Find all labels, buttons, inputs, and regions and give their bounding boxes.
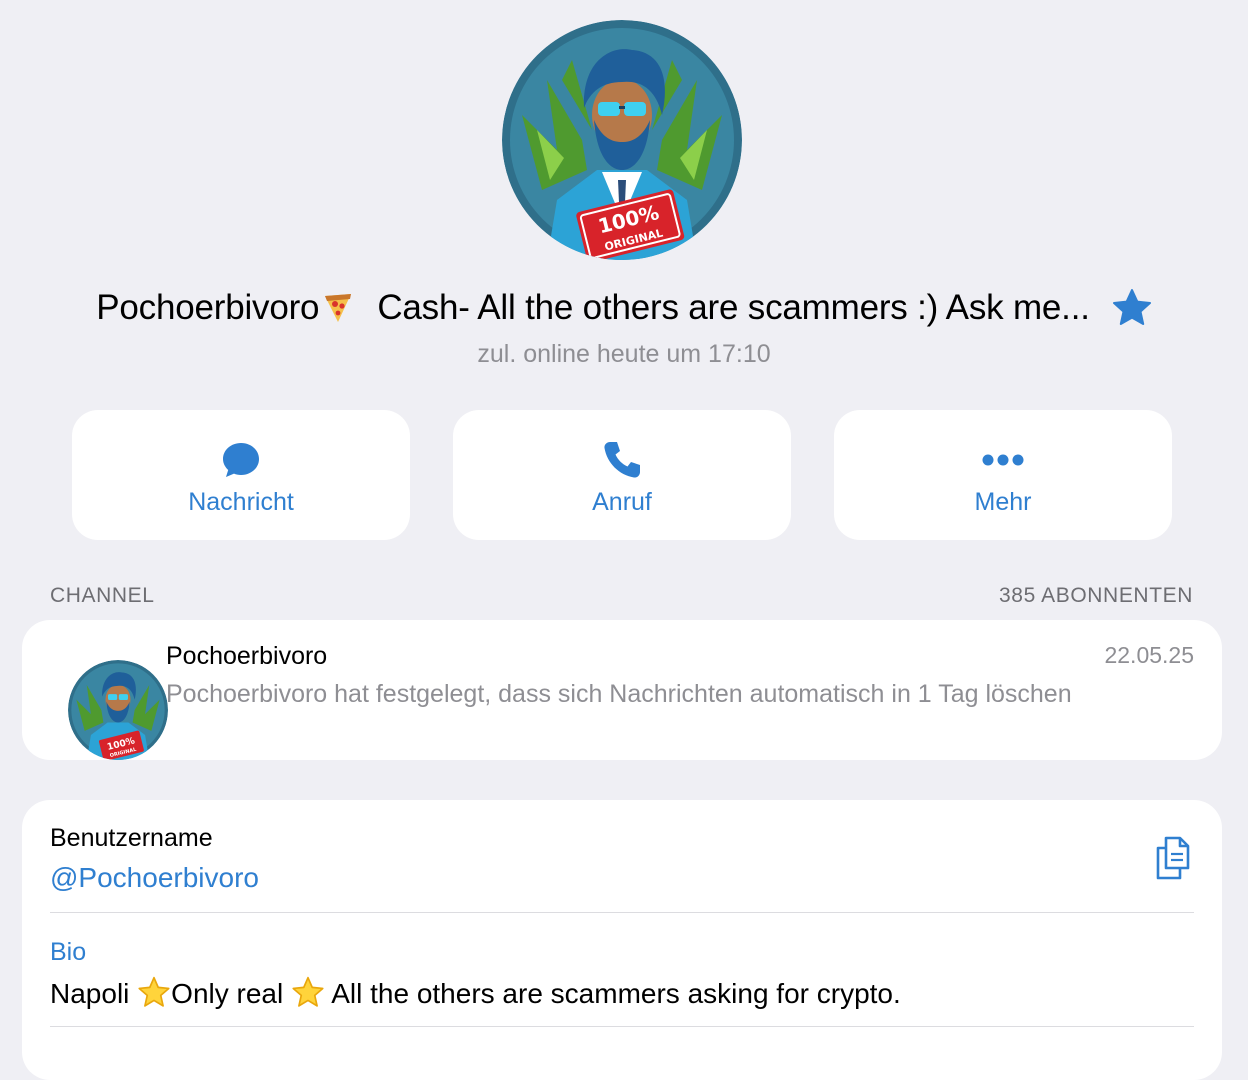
subscriber-count: 385 ABONNENTEN — [999, 584, 1193, 607]
more-dots-icon — [982, 454, 1024, 466]
profile-name: Pochoerbivoro — [96, 288, 355, 328]
channel-date: 22.05.25 — [1104, 642, 1194, 668]
bio-text-part-3: All the others are scammers asking for c… — [331, 978, 901, 1009]
call-button-label: Anruf — [592, 488, 652, 516]
channel-name: Pochoerbivoro — [166, 642, 328, 670]
profile-avatar[interactable]: 100% ORIGINAL — [502, 20, 742, 260]
channel-avatar: 100% ORIGINAL — [68, 660, 168, 760]
bio-label: Bio — [50, 938, 87, 966]
avatar-image: 100% ORIGINAL — [502, 20, 742, 260]
copy-username-button[interactable] — [1152, 834, 1196, 882]
bio-text: Napoli Only real All the others are scam… — [50, 976, 901, 1010]
profile-title: Pochoerbivoro Cash- All the others are s… — [0, 280, 1248, 336]
profile-name-rest: Cash- All the others are scammers :) Ask… — [377, 288, 1090, 327]
info-divider — [50, 1026, 1194, 1027]
star-emoji-icon — [138, 976, 170, 1007]
username-label: Benutzername — [50, 824, 213, 852]
message-button-label: Nachricht — [188, 488, 294, 516]
info-divider — [50, 912, 1194, 913]
channel-message-preview: Pochoerbivoro hat festgelegt, dass sich … — [166, 680, 1072, 708]
message-bubble-icon — [223, 443, 259, 477]
call-button[interactable]: Anruf — [453, 410, 791, 540]
message-button[interactable]: Nachricht — [72, 410, 410, 540]
more-button[interactable]: Mehr — [834, 410, 1172, 540]
info-card: Benutzername @Pochoerbivoro Bio Napoli O… — [22, 800, 1222, 1080]
more-button-label: Mehr — [974, 488, 1032, 516]
bio-text-part-1: Napoli — [50, 978, 130, 1009]
channel-section-header: CHANNEL — [50, 584, 155, 607]
last-seen-status: zul. online heute um 17:10 — [477, 340, 771, 368]
bio-text-part-2: Only real — [171, 978, 284, 1009]
pizza-icon — [325, 294, 352, 322]
username-value[interactable]: @Pochoerbivoro — [50, 862, 259, 894]
star-emoji-icon — [292, 976, 324, 1007]
channel-list-item[interactable]: 100% ORIGINAL Pochoerbivoro 22.05.25 Poc… — [22, 620, 1222, 760]
channel-avatar-image: 100% ORIGINAL — [68, 660, 168, 760]
phone-icon — [604, 442, 640, 478]
star-badge-icon[interactable] — [1112, 288, 1152, 328]
copy-icon — [1156, 836, 1190, 880]
